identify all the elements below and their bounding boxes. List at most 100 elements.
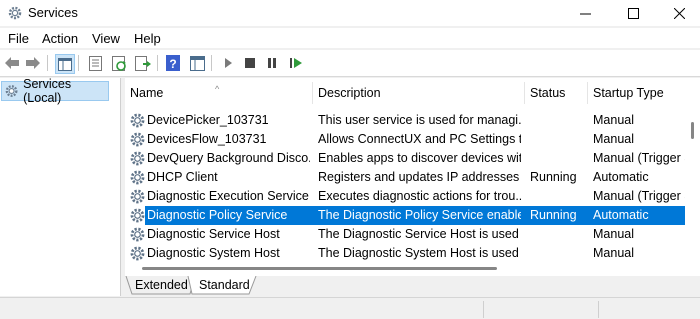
tab-standard[interactable]: Standard [199, 276, 250, 294]
service-description: The Diagnostic Policy Service enable... [318, 208, 521, 222]
maximize-icon [627, 7, 639, 19]
refresh-button[interactable] [110, 54, 128, 72]
menu-file[interactable]: File [8, 31, 29, 46]
service-gear-icon [129, 207, 146, 224]
service-status: Running [530, 208, 577, 222]
services-gear-icon [5, 85, 18, 97]
minimize-icon [579, 13, 591, 14]
service-gear-icon [129, 226, 146, 243]
resume-service-icon [290, 58, 302, 68]
export-list-button[interactable] [134, 54, 152, 72]
window-title: Services [28, 5, 78, 20]
column-header-name[interactable]: ^ Name [125, 82, 313, 104]
properties-button[interactable] [86, 54, 104, 72]
svg-text:?: ? [169, 57, 176, 71]
close-icon [673, 7, 685, 19]
table-row[interactable]: Diagnostic System Host The Diagnostic Sys… [125, 244, 687, 263]
service-status [530, 149, 585, 168]
service-name: Diagnostic System Host [147, 246, 280, 260]
service-startup-type: Manual (Trigger S [593, 189, 685, 203]
toolbar-separator [211, 55, 212, 71]
tree-item-services-local[interactable]: Services (Local) [1, 77, 109, 105]
help-button[interactable]: ? [164, 54, 182, 72]
table-row[interactable]: Diagnostic Policy Service The Diagnostic … [125, 206, 687, 225]
toolbar-separator [157, 55, 158, 71]
stop-service-icon [245, 58, 255, 68]
menu-bar: File Action View Help [0, 28, 700, 48]
toolbar-separator [47, 55, 48, 71]
service-name: DevQuery Background Disco... [147, 151, 310, 165]
forward-arrow-icon [26, 57, 40, 69]
service-startup-type: Manual (Trigger S [593, 151, 685, 165]
service-gear-icon [129, 112, 146, 129]
maximize-button[interactable] [610, 0, 656, 26]
service-startup-type: Automatic [593, 170, 649, 184]
start-service-icon [225, 58, 232, 68]
start-service-button[interactable] [219, 54, 237, 72]
service-gear-icon [129, 188, 146, 205]
console-tree: Services (Local) [0, 77, 121, 296]
horizontal-scrollbar[interactable] [125, 262, 685, 274]
service-description: This user service is used for managi... [318, 113, 521, 127]
console-view-button[interactable] [188, 54, 206, 72]
sort-ascending-icon: ^ [215, 84, 220, 94]
service-description: The Diagnostic Service Host is used ... [318, 227, 521, 241]
table-row[interactable]: Diagnostic Service Host The Diagnostic Se… [125, 225, 687, 244]
status-divider [483, 301, 484, 318]
service-startup-type: Automatic [593, 208, 649, 222]
toolbar-separator [78, 55, 79, 71]
table-row[interactable]: DHCP Client Registers and updates IP addr… [125, 168, 687, 187]
refresh-icon [111, 55, 126, 71]
toolbar: ? [0, 50, 700, 77]
forward-button[interactable] [24, 54, 42, 72]
menu-help[interactable]: Help [134, 31, 161, 46]
service-status [530, 225, 585, 244]
pause-service-button[interactable] [263, 54, 281, 72]
show-hide-console-tree-icon [58, 57, 72, 71]
service-description: Executes diagnostic actions for trou... [318, 189, 521, 203]
tab-extended[interactable]: Extended [135, 276, 188, 294]
back-button[interactable] [3, 54, 21, 72]
service-startup-type: Manual [593, 246, 634, 260]
service-startup-type: Manual [593, 113, 634, 127]
service-status [530, 130, 585, 149]
table-row[interactable]: DevicesFlow_103731 Allows ConnectUX and P… [125, 130, 687, 149]
service-status [530, 187, 585, 206]
close-button[interactable] [656, 0, 700, 26]
menu-action[interactable]: Action [42, 31, 78, 46]
service-name: DevicePicker_103731 [147, 113, 269, 127]
show-hide-tree-button[interactable] [55, 54, 75, 74]
service-description: Registers and updates IP addresses a... [318, 170, 521, 184]
column-header-startup-type[interactable]: Startup Type [588, 82, 685, 104]
minimize-button[interactable] [562, 0, 608, 26]
table-row[interactable]: Diagnostic Execution Service Executes dia… [125, 187, 687, 206]
service-name: DevicesFlow_103731 [147, 132, 267, 146]
service-startup-type: Manual [593, 227, 634, 241]
menu-view[interactable]: View [92, 31, 120, 46]
service-name: Diagnostic Policy Service [147, 208, 288, 222]
service-name: Diagnostic Service Host [147, 227, 280, 241]
stop-service-button[interactable] [241, 54, 259, 72]
service-name: Diagnostic Execution Service [147, 189, 309, 203]
horizontal-scroll-thumb[interactable] [142, 267, 497, 270]
service-description: Enables apps to discover devices wit... [318, 151, 521, 165]
column-header-description[interactable]: Description [313, 82, 525, 104]
service-startup-type: Manual [593, 132, 634, 146]
table-row[interactable]: DevicePicker_103731 This user service is … [125, 111, 687, 130]
column-header-status[interactable]: Status [525, 82, 588, 104]
service-status [530, 111, 585, 130]
vertical-scroll-thumb[interactable] [691, 122, 694, 139]
services-gear-icon [8, 6, 22, 20]
back-arrow-icon [5, 57, 19, 69]
vertical-scrollbar[interactable] [685, 104, 700, 274]
resume-service-button[interactable] [287, 54, 305, 72]
status-bar [0, 297, 700, 319]
service-gear-icon [129, 245, 146, 262]
status-divider [598, 301, 599, 318]
service-status: Running [530, 170, 577, 184]
table-row[interactable]: DevQuery Background Disco... Enables apps… [125, 149, 687, 168]
export-list-icon [135, 55, 151, 71]
services-list: ^ Name Description Status Startup Type D… [125, 78, 700, 296]
help-icon: ? [166, 55, 180, 71]
service-gear-icon [129, 150, 146, 167]
